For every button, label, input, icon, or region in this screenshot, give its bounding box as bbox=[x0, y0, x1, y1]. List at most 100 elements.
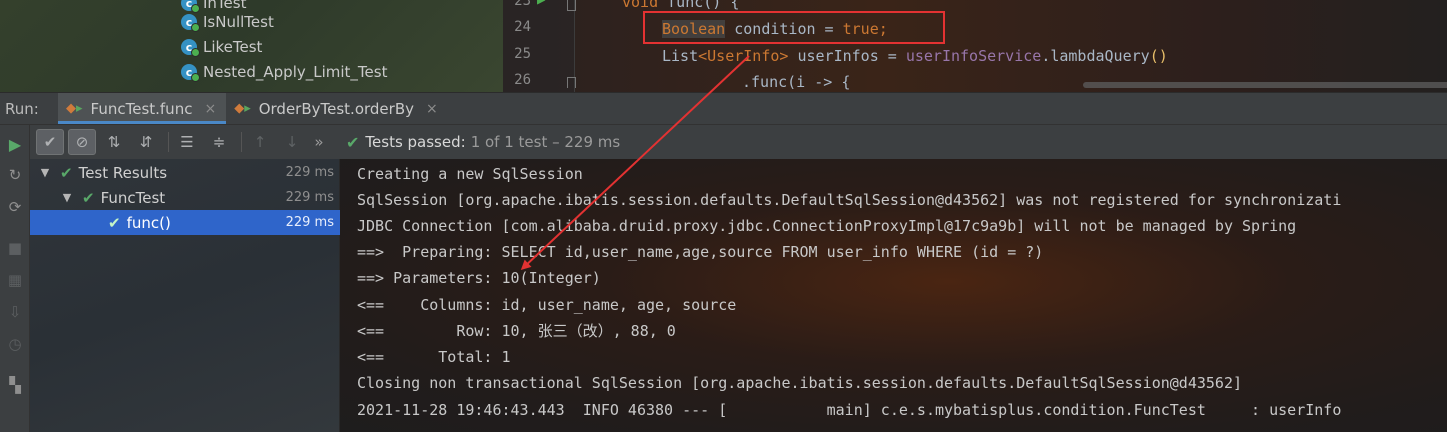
console-line: 2021-11-28 19:46:43.443 INFO 46380 --- [… bbox=[357, 401, 1342, 419]
test-tree-toolbar: ✔ ⊘ ⇅ ⇵ ☰ ≑ ↑ ↓ » bbox=[30, 125, 340, 159]
run-gutter-icon[interactable]: ▶ bbox=[537, 0, 545, 8]
run-tab-bar: Run: ◆▸ FuncTest.func × ◆▸ OrderByTest.o… bbox=[0, 92, 1447, 125]
code-text: ; bbox=[878, 20, 888, 38]
node-duration: 229 ms bbox=[285, 190, 334, 205]
code-line-25: List<UserInfo> userInfos = userInfoServi… bbox=[662, 47, 1168, 65]
show-passed-button[interactable]: ✔ bbox=[36, 129, 64, 155]
test-config-icon: ◆▸ bbox=[66, 101, 83, 116]
console-line: ==> Preparing: SELECT id,user_name,age,s… bbox=[357, 243, 1044, 261]
check-icon: ✔ bbox=[60, 163, 73, 182]
export-icon[interactable]: ⇩ bbox=[5, 302, 25, 322]
tree-item-isnulltest[interactable]: c IsNullTest bbox=[181, 11, 274, 33]
tree-node-test-results[interactable]: ▼ ✔ Test Results 229 ms bbox=[30, 160, 340, 185]
tree-node-func[interactable]: ✔ func() 229 ms bbox=[30, 210, 340, 235]
check-icon: ✔ bbox=[82, 188, 95, 207]
code-text: .lambdaQuery bbox=[1041, 47, 1150, 65]
toggle-auto-test-icon[interactable]: ⟳ bbox=[5, 197, 25, 217]
horizontal-scrollbar[interactable] bbox=[1083, 82, 1447, 88]
console-line: Creating a new SqlSession bbox=[357, 165, 583, 183]
test-class-icon: c bbox=[181, 39, 200, 57]
line-number: 23 bbox=[514, 0, 531, 9]
code-text: userInfos = bbox=[788, 47, 906, 65]
test-status-bar: ✔ Tests passed: 1 of 1 test – 229 ms bbox=[340, 125, 1447, 159]
code-text: condition = bbox=[725, 20, 843, 38]
sort-duration-button[interactable]: ⇵ bbox=[132, 129, 160, 155]
collapse-all-button[interactable]: ≑ bbox=[205, 129, 233, 155]
tree-item-label: IsNullTest bbox=[203, 13, 274, 31]
status-summary: 1 of 1 test – 229 ms bbox=[470, 133, 621, 151]
close-icon[interactable]: × bbox=[204, 101, 216, 117]
check-icon: ✔ bbox=[43, 133, 57, 151]
node-duration: 229 ms bbox=[285, 215, 334, 230]
chevron-down-icon[interactable]: ▼ bbox=[38, 166, 52, 179]
console-line: SqlSession [org.apache.ibatis.session.de… bbox=[357, 191, 1342, 209]
editor-gutter: 23 ▶ 24 25 26 bbox=[503, 0, 575, 92]
toolbar-separator bbox=[168, 132, 169, 152]
close-icon[interactable]: × bbox=[426, 101, 438, 117]
run-label: Run: bbox=[5, 99, 39, 118]
code-line-24: Boolean condition = true; bbox=[662, 20, 888, 38]
console-line: ==> Parameters: 10(Integer) bbox=[357, 269, 601, 287]
history-icon[interactable]: ◷ bbox=[5, 334, 25, 354]
stop-icon[interactable]: ■ bbox=[5, 238, 25, 258]
code-editor[interactable]: 23 ▶ 24 25 26 void func() { Boolean cond… bbox=[503, 0, 1447, 92]
project-tree-panel: c InTest c IsNullTest c LikeTest c Neste… bbox=[0, 0, 503, 92]
show-ignored-button[interactable]: ⊘ bbox=[68, 129, 96, 155]
code-line-26: .func(i -> { bbox=[742, 73, 850, 91]
console-line: Closing non transactional SqlSession [or… bbox=[357, 374, 1243, 392]
console-line: <== Row: 10, 张三（改）, 88, 0 bbox=[357, 322, 676, 340]
code-text: func() { bbox=[658, 0, 740, 11]
console-output[interactable]: Creating a new SqlSession SqlSession [or… bbox=[340, 159, 1447, 432]
tab-orderbytest-orderby[interactable]: ◆▸ OrderByTest.orderBy × bbox=[226, 93, 448, 124]
tree-node-functest[interactable]: ▼ ✔ FuncTest 229 ms bbox=[30, 185, 340, 210]
tree-item-nested-apply-limit-test[interactable]: c Nested_Apply_Limit_Test bbox=[181, 61, 387, 83]
prev-failed-button[interactable]: ↑ bbox=[246, 129, 274, 155]
node-label: func() bbox=[126, 213, 171, 232]
fold-marker-icon[interactable] bbox=[567, 77, 576, 88]
line-number: 24 bbox=[514, 19, 531, 35]
test-class-icon: c bbox=[181, 14, 200, 32]
tab-label: OrderByTest.orderBy bbox=[258, 99, 414, 118]
collapse-all-icon: ≑ bbox=[212, 133, 226, 151]
console-line: JDBC Connection [com.alibaba.druid.proxy… bbox=[357, 217, 1297, 235]
status-title: Tests passed: bbox=[365, 133, 466, 151]
expand-all-icon: ☰ bbox=[180, 133, 194, 151]
check-icon: ✔ bbox=[108, 213, 121, 232]
test-class-icon: c bbox=[181, 0, 200, 13]
ignored-icon: ⊘ bbox=[75, 133, 89, 151]
test-class-icon: c bbox=[181, 64, 200, 82]
line-number: 25 bbox=[514, 46, 531, 62]
node-label: FuncTest bbox=[100, 188, 166, 207]
grid-icon[interactable]: ▚ bbox=[5, 375, 25, 395]
rerun-failed-icon[interactable]: ↻ bbox=[5, 165, 25, 185]
expand-all-button[interactable]: ☰ bbox=[173, 129, 201, 155]
tab-functest-func[interactable]: ◆▸ FuncTest.func × bbox=[58, 93, 227, 124]
sort-duration-icon: ⇵ bbox=[139, 133, 153, 151]
arrow-down-icon: ↓ bbox=[285, 133, 299, 151]
run-side-toolbar: ▶ ↻ ⟳ ■ ▦ ⇩ ◷ ▚ bbox=[0, 125, 30, 432]
line-number: 26 bbox=[514, 72, 531, 88]
test-config-icon: ◆▸ bbox=[234, 101, 251, 116]
rerun-icon[interactable]: ▶ bbox=[5, 134, 25, 154]
code-keyword: void bbox=[622, 0, 659, 11]
code-text: List bbox=[662, 47, 699, 65]
tab-label: FuncTest.func bbox=[90, 99, 193, 118]
node-label: Test Results bbox=[78, 163, 168, 182]
more-actions-button[interactable]: » bbox=[310, 129, 328, 155]
toolbar-separator bbox=[241, 132, 242, 152]
chevron-down-icon[interactable]: ▼ bbox=[60, 191, 74, 204]
sort-alpha-icon: ⇅ bbox=[107, 133, 121, 151]
code-field: userInfoService bbox=[905, 47, 1042, 65]
code-text: () bbox=[1149, 47, 1168, 65]
code-text: .func(i -> { bbox=[742, 73, 851, 91]
fold-marker-icon[interactable] bbox=[567, 0, 576, 11]
next-failed-button[interactable]: ↓ bbox=[278, 129, 306, 155]
tree-item-liketest[interactable]: c LikeTest bbox=[181, 36, 262, 58]
console-line: <== Columns: id, user_name, age, source bbox=[357, 296, 737, 314]
layout-icon[interactable]: ▦ bbox=[5, 270, 25, 290]
console-line: <== Total: 1 bbox=[357, 348, 511, 366]
check-icon: ✔ bbox=[346, 132, 360, 152]
tree-item-label: Nested_Apply_Limit_Test bbox=[203, 63, 388, 81]
code-line-23: void func() { bbox=[622, 0, 739, 11]
sort-alpha-button[interactable]: ⇅ bbox=[100, 129, 128, 155]
